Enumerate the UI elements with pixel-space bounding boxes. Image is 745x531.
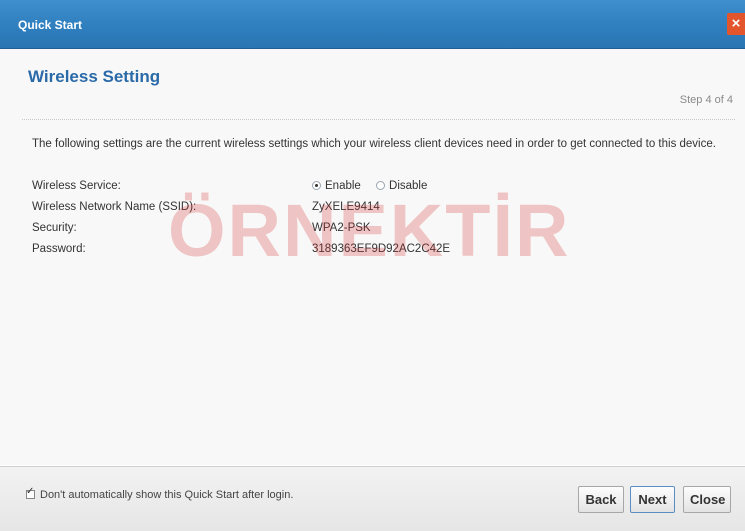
security-value: WPA2-PSK [312, 222, 371, 234]
step-indicator: Step 4 of 4 [679, 94, 733, 106]
close-button[interactable]: Close [683, 486, 731, 513]
window-title: Quick Start [18, 18, 83, 32]
wireless-service-radio-group: Enable Disable [312, 180, 439, 192]
close-icon[interactable]: × [727, 13, 745, 35]
disable-radio[interactable] [376, 181, 386, 190]
back-button[interactable]: Back [578, 486, 624, 513]
ssid-value: ZyXELE9414 [312, 201, 380, 213]
content-panel: Wireless Setting Step 4 of 4 The followi… [0, 49, 745, 465]
next-button[interactable]: Next [630, 486, 675, 513]
dont-show-label: Don't automatically show this Quick Star… [40, 489, 294, 501]
dont-show-option[interactable]: Don't automatically show this Quick Star… [26, 486, 294, 501]
enable-label: Enable [325, 180, 361, 192]
password-label: Password: [32, 243, 86, 255]
ssid-label: Wireless Network Name (SSID): [32, 201, 197, 213]
dont-show-checkbox[interactable] [26, 486, 35, 499]
wireless-service-label: Wireless Service: [32, 180, 121, 192]
password-value: 3189363EF9D92AC2C42E [312, 243, 451, 255]
intro-text: The following settings are the current w… [32, 138, 716, 150]
security-label: Security: [32, 222, 77, 234]
page-title: Wireless Setting [28, 67, 161, 86]
enable-radio[interactable] [312, 181, 321, 190]
disable-label: Disable [389, 180, 428, 192]
divider [22, 119, 735, 120]
footer-bar: Don't automatically show this Quick Star… [0, 466, 745, 531]
title-bar: Quick Start × [0, 0, 745, 49]
